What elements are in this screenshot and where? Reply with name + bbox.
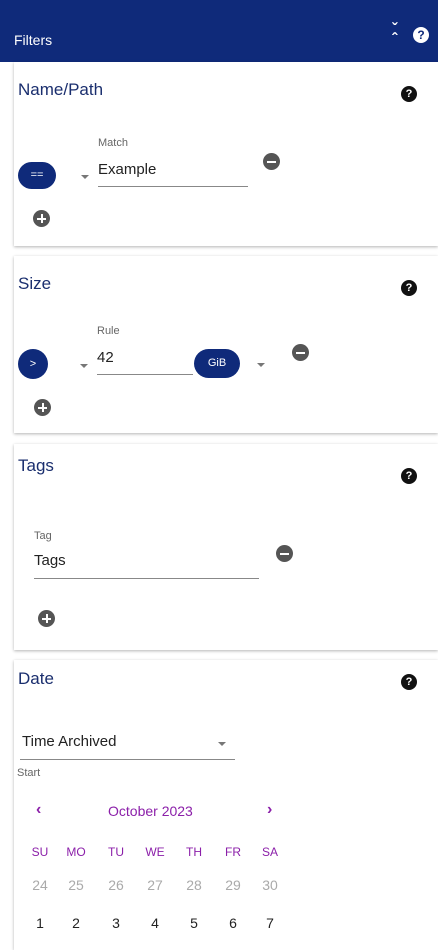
size-input-underline (97, 374, 193, 375)
date-type-underline (20, 759, 235, 760)
calendar-day[interactable]: 30 (256, 877, 284, 893)
add-size-rule-button[interactable] (34, 399, 51, 416)
weekday-header: WE (145, 845, 165, 859)
weekday-header: MO (66, 845, 86, 859)
size-unit-button[interactable]: GiB (194, 349, 240, 378)
date-type-select[interactable]: Time Archived (22, 733, 116, 750)
name-path-card: Name/Path ? Match == Example (14, 62, 438, 246)
calendar-next-button[interactable]: › (267, 801, 272, 819)
filters-title: Filters (14, 32, 53, 48)
calendar-day[interactable]: 28 (180, 877, 208, 893)
name-operator-caret[interactable] (81, 175, 89, 179)
collapse-icon[interactable]: ˇˆ (392, 22, 397, 48)
date-card: Date ? (14, 660, 438, 950)
weekday-header: TU (108, 845, 124, 859)
remove-tag-button[interactable] (276, 545, 293, 562)
calendar-day[interactable]: 5 (180, 915, 208, 931)
calendar-day[interactable]: 25 (62, 877, 90, 893)
calendar-day[interactable]: 3 (102, 915, 130, 931)
size-operator-caret[interactable] (80, 364, 88, 368)
calendar-day[interactable]: 29 (219, 877, 247, 893)
add-name-rule-button[interactable] (33, 210, 50, 227)
tags-help-icon[interactable]: ? (401, 468, 417, 484)
date-title: Date (18, 669, 54, 688)
rule-label: Rule (97, 325, 120, 337)
size-card: Size ? Rule > 42 GiB (14, 256, 438, 433)
weekday-header: SA (261, 845, 278, 859)
date-help-icon[interactable]: ? (401, 674, 417, 690)
tag-input-underline (34, 578, 259, 579)
size-operator-button[interactable]: > (18, 349, 48, 379)
calendar-day[interactable]: 26 (102, 877, 130, 893)
calendar-day[interactable]: 6 (219, 915, 247, 931)
tag-input[interactable]: Tags (34, 552, 66, 569)
calendar-prev-button[interactable]: ‹ (36, 801, 41, 819)
size-unit-caret[interactable] (257, 363, 265, 367)
start-label: Start (17, 767, 41, 779)
size-title: Size (18, 274, 52, 293)
calendar-day[interactable]: 1 (26, 915, 54, 931)
calendar-day[interactable]: 7 (256, 915, 284, 931)
size-input[interactable]: 42 (97, 349, 114, 366)
date-type-caret[interactable] (218, 742, 226, 746)
name-operator-button[interactable]: == (18, 162, 56, 189)
calendar-day[interactable]: 2 (62, 915, 90, 931)
weekday-header: TH (186, 845, 202, 859)
tag-label: Tag (34, 530, 52, 542)
help-icon[interactable]: ? (413, 27, 429, 43)
calendar-month-label[interactable]: October 2023 (108, 803, 193, 819)
add-tag-button[interactable] (38, 610, 55, 627)
remove-name-rule-button[interactable] (263, 153, 280, 170)
name-path-help-icon[interactable]: ? (401, 86, 417, 102)
calendar-day[interactable]: 27 (141, 877, 169, 893)
match-input-underline (98, 186, 248, 187)
calendar-day[interactable]: 4 (141, 915, 169, 931)
filters-header: Filters ˇˆ ? (0, 0, 438, 62)
tags-card: Tags ? Tag Tags (14, 444, 438, 650)
calendar-day[interactable]: 24 (26, 877, 54, 893)
name-path-title: Name/Path (18, 80, 104, 99)
size-help-icon[interactable]: ? (401, 280, 417, 296)
remove-size-rule-button[interactable] (292, 344, 309, 361)
weekday-header: FR (225, 845, 241, 859)
tags-title: Tags (18, 456, 54, 475)
match-input[interactable]: Example (98, 161, 156, 178)
match-label: Match (98, 137, 128, 149)
weekday-header: SU (31, 845, 49, 859)
